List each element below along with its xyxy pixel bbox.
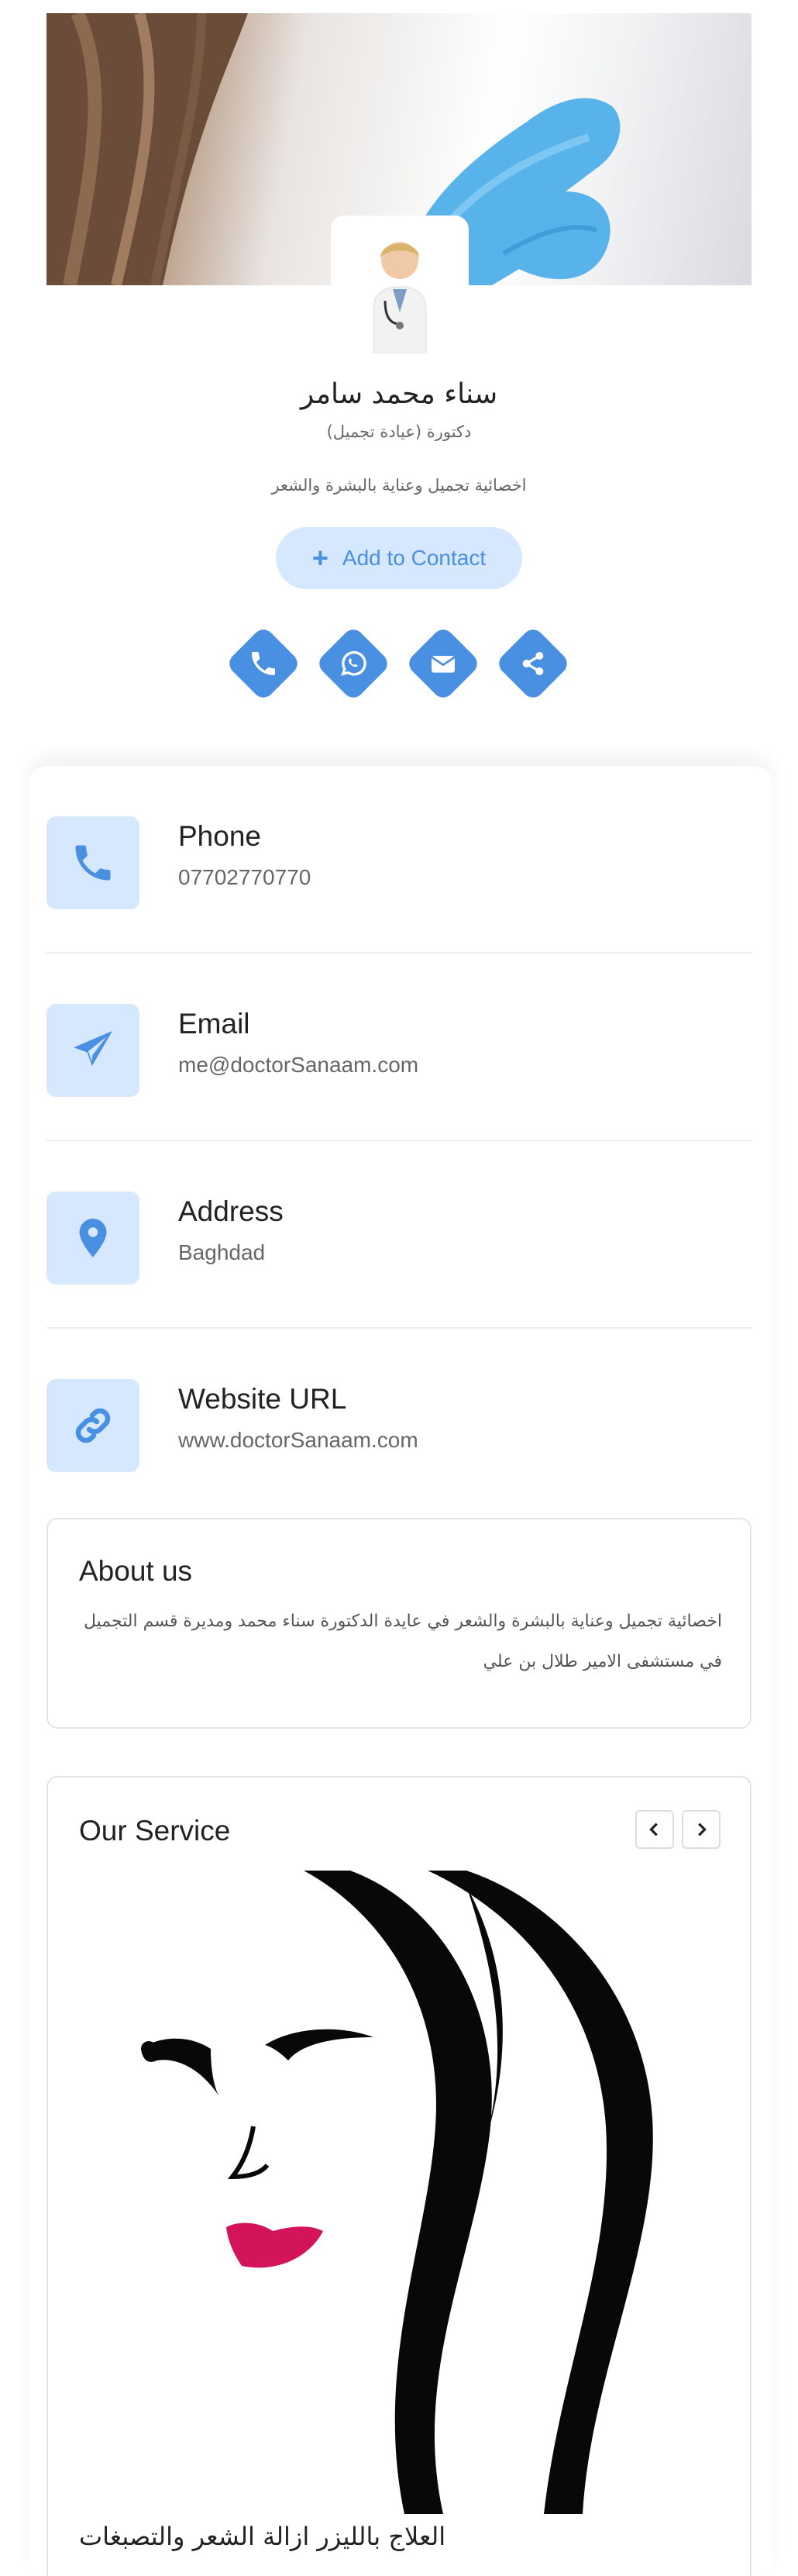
address-icon-tile — [46, 1191, 139, 1285]
contact-value: 07702770770 — [178, 865, 311, 889]
contact-row-email[interactable]: Email me@doctorSanaam.com — [46, 953, 752, 1141]
link-icon — [75, 1408, 111, 1443]
contact-label: Address — [178, 1195, 284, 1227]
phone-icon — [75, 845, 111, 881]
service-section: Our Service العلاج بالليزر ازالة الشعر و… — [46, 1776, 752, 2576]
contact-label: Email — [178, 1008, 250, 1040]
contact-row-website[interactable]: Website URL www.doctorSanaam.com — [46, 1329, 752, 1516]
whatsapp-button[interactable] — [315, 625, 392, 702]
paper-plane-icon — [74, 1031, 112, 1066]
doctor-avatar-image — [331, 216, 469, 353]
share-icon — [522, 652, 544, 675]
profile-description: اخصائية تجميل وعناية بالبشرة والشعر — [271, 476, 527, 495]
add-to-contact-label: Add to Contact — [342, 546, 487, 570]
service-slide-caption: العلاج بالليزر ازالة الشعر والتصبغات — [79, 2522, 446, 2551]
carousel-next-button[interactable] — [682, 1810, 721, 1849]
plus-icon: + — [311, 542, 328, 574]
phone-icon-tile — [46, 816, 139, 909]
profile-title: دكتورة (عيادة تجميل) — [326, 422, 472, 441]
chevron-left-icon — [649, 1823, 658, 1836]
about-text: اخصائية تجميل وعناية بالبشرة والشعر في ع… — [83, 1612, 722, 1671]
contact-label: Phone — [178, 820, 261, 852]
profile-name: سناء محمد سامر — [300, 378, 498, 410]
whatsapp-icon — [341, 650, 366, 676]
contact-label: Website URL — [178, 1383, 347, 1415]
email-icon-tile — [46, 1004, 139, 1097]
email-button[interactable] — [404, 625, 482, 702]
contact-value: me@doctorSanaam.com — [178, 1053, 419, 1077]
hair-graphic — [46, 13, 248, 285]
about-heading: About us — [79, 1555, 193, 1587]
phone-icon — [252, 652, 275, 675]
share-button[interactable] — [494, 625, 572, 702]
chevron-right-icon — [698, 1823, 707, 1836]
social-buttons — [225, 625, 573, 702]
map-pin-icon — [79, 1219, 107, 1257]
contact-row-address[interactable]: Address Baghdad — [46, 1141, 752, 1329]
service-heading: Our Service — [79, 1815, 231, 1847]
website-icon-tile — [46, 1379, 139, 1472]
add-to-contact-button[interactable]: + Add to Contact — [276, 527, 522, 589]
service-slide-image — [141, 1871, 653, 2514]
contact-row-phone[interactable]: Phone 07702770770 — [46, 766, 752, 953]
carousel-prev-button[interactable] — [635, 1810, 674, 1849]
contact-value: www.doctorSanaam.com — [178, 1428, 418, 1452]
contact-value: Baghdad — [178, 1240, 266, 1264]
about-section: About us اخصائية تجميل وعناية بالبشرة وا… — [46, 1518, 752, 1729]
avatar — [331, 216, 469, 353]
envelope-icon — [431, 656, 456, 673]
call-button[interactable] — [225, 625, 302, 702]
